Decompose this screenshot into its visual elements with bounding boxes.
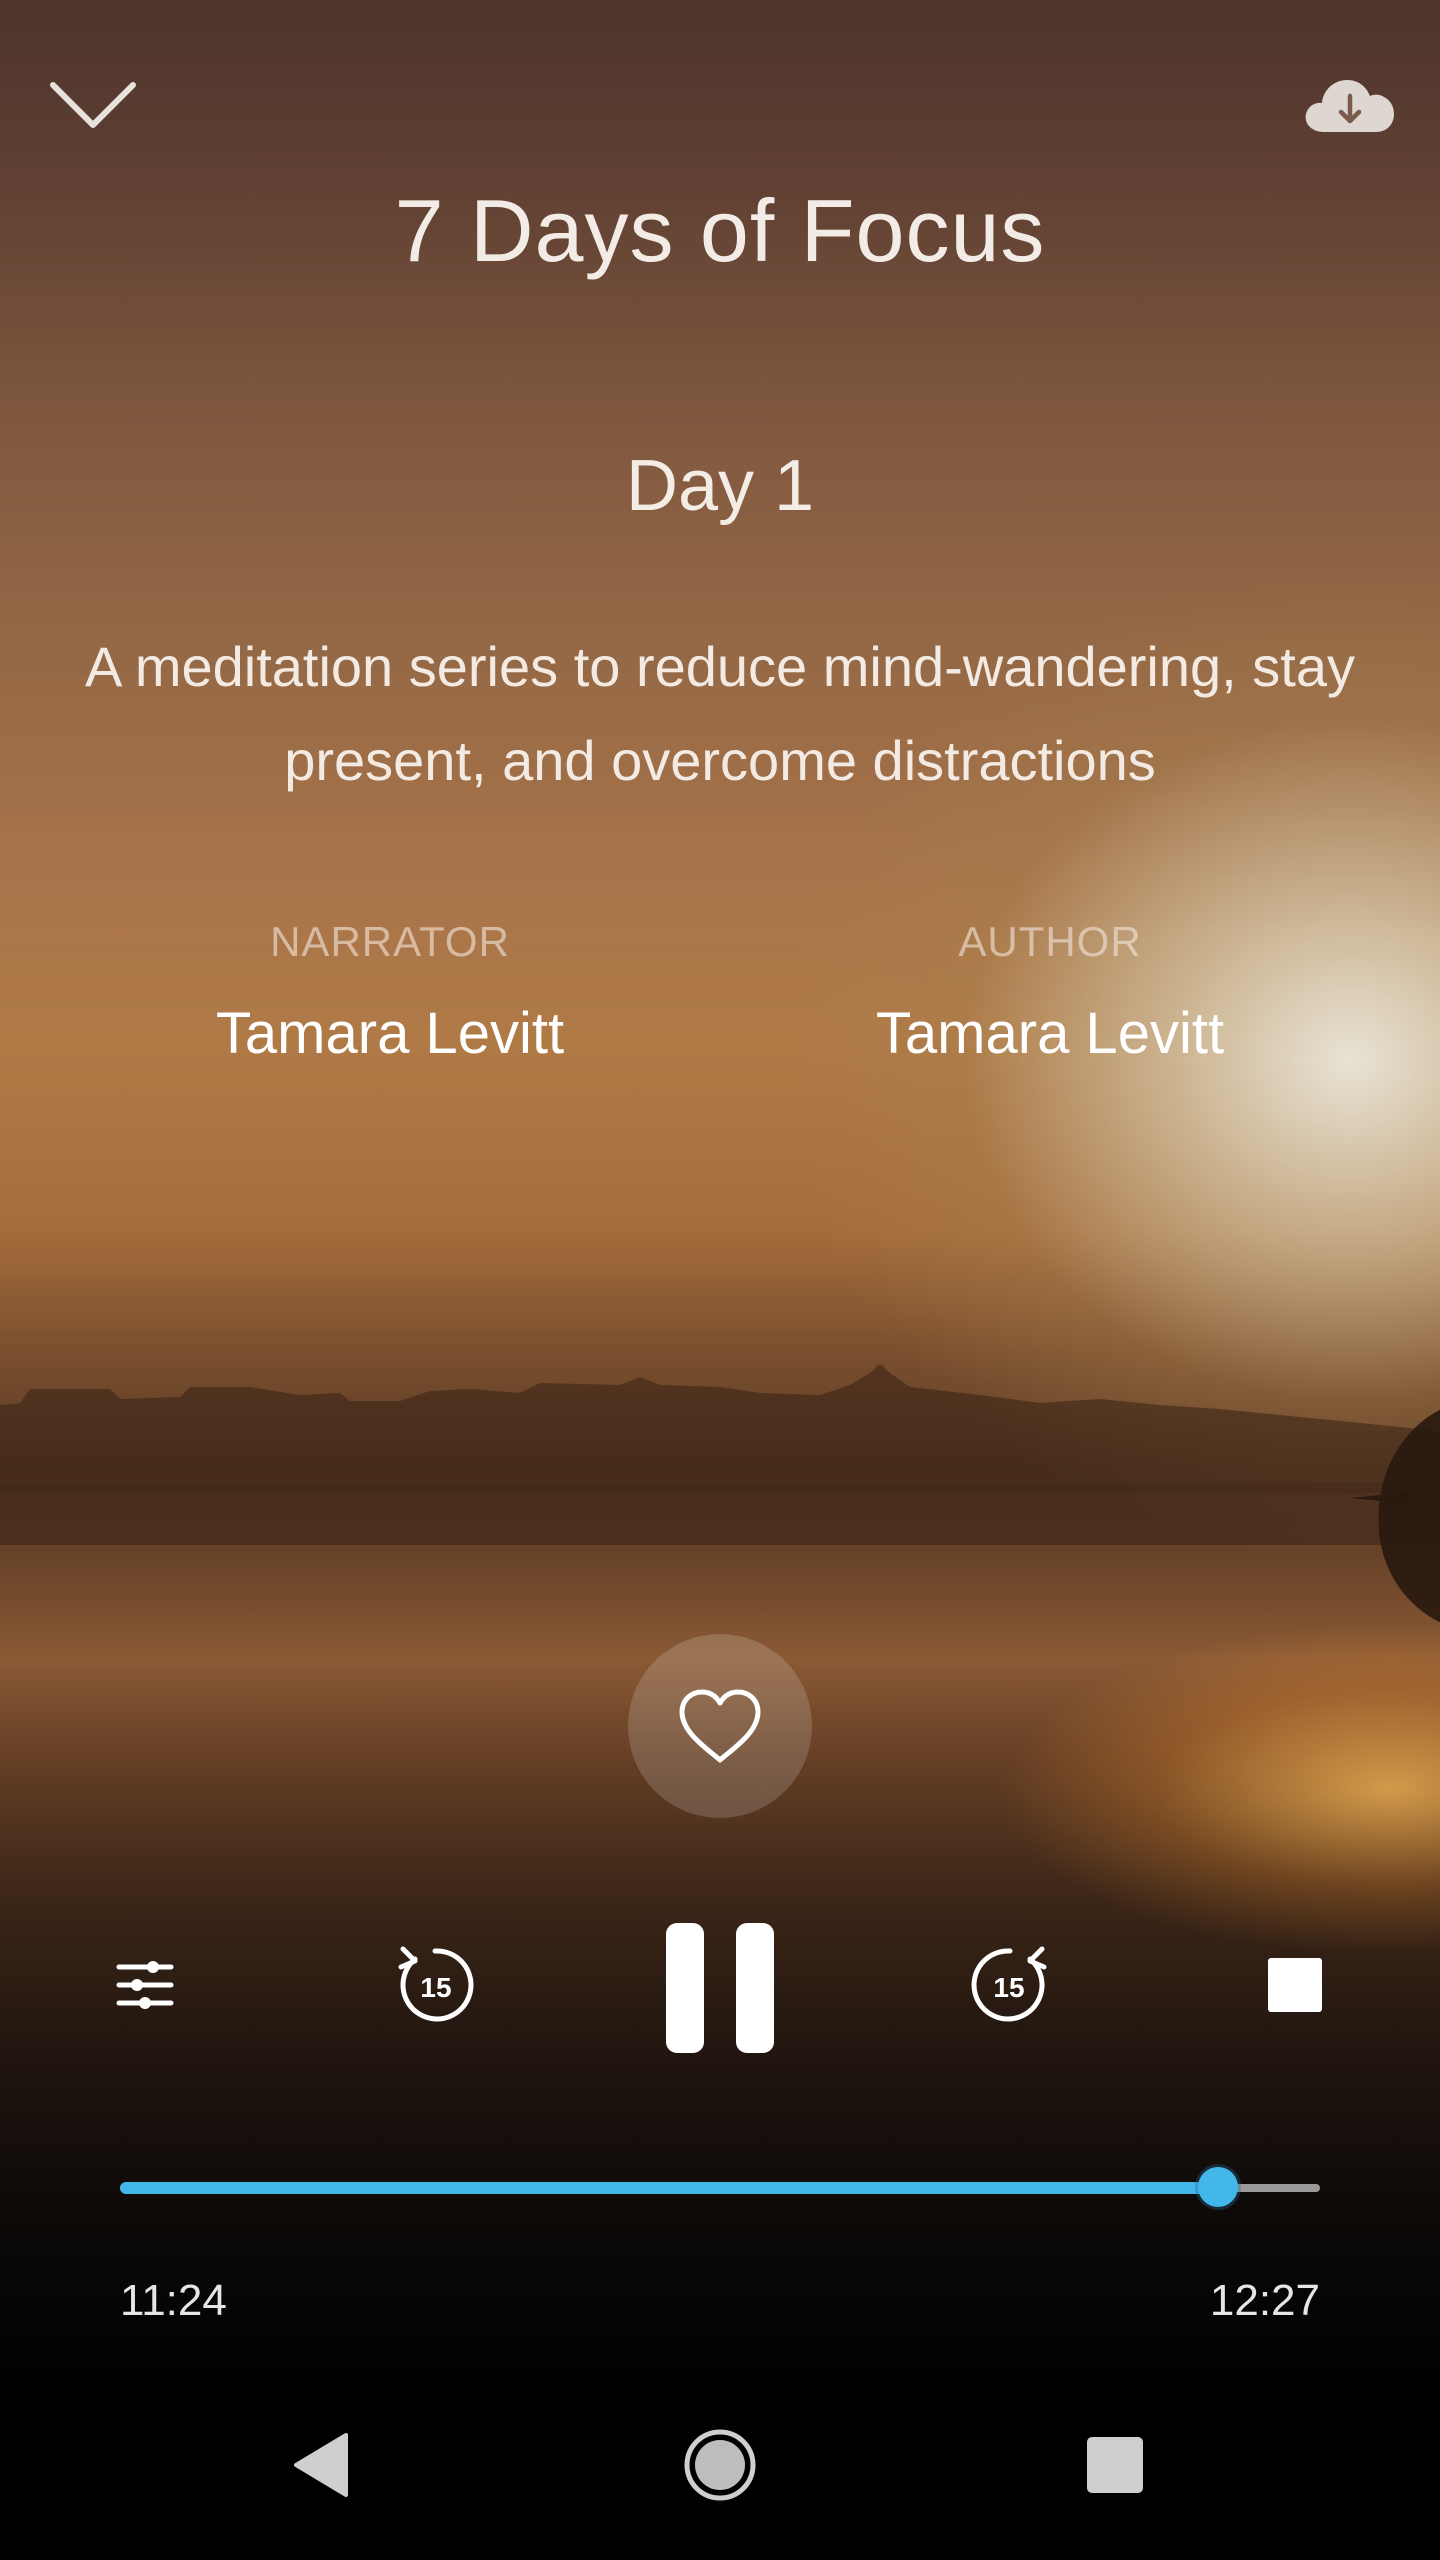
chevron-down-icon <box>49 82 136 128</box>
total-time: 12:27 <box>1209 2276 1320 2325</box>
cloud-download-icon <box>1305 80 1394 132</box>
forward-15-button[interactable]: 15 <box>955 1930 1065 2040</box>
collapse-button[interactable] <box>40 60 145 150</box>
meditation-player-screen: 7 Days of Focus Day 1 A meditation serie… <box>0 0 1440 2560</box>
settings-button[interactable] <box>100 1935 190 2035</box>
progress-fill <box>120 2182 1218 2194</box>
rewind-15-button[interactable]: 15 <box>380 1930 490 2040</box>
pause-icon <box>666 1922 774 2053</box>
series-description: A meditation series to reduce mind-wande… <box>85 635 1355 792</box>
nav-recents-button[interactable] <box>1065 2415 1165 2515</box>
elapsed-time: 11:24 <box>120 2276 227 2325</box>
pause-button[interactable] <box>650 1915 790 2060</box>
back-triangle-icon <box>294 2433 348 2497</box>
system-navigation-bar <box>0 2370 1440 2560</box>
author-label: AUTHOR <box>958 918 1142 965</box>
rewind-seconds-label: 15 <box>420 1972 451 2003</box>
nav-back-button[interactable] <box>270 2415 370 2515</box>
progress-slider[interactable] <box>120 2160 1320 2214</box>
playback-controls: 15 15 <box>0 1915 1440 2065</box>
stop-button[interactable] <box>1250 1940 1340 2030</box>
sliders-icon <box>116 1961 174 2009</box>
nav-home-button[interactable] <box>670 2415 770 2515</box>
stop-icon <box>1268 1958 1322 2012</box>
author-name: Tamara Levitt <box>875 1001 1225 1066</box>
series-title: 7 Days of Focus <box>394 181 1046 280</box>
narrator-name: Tamara Levitt <box>215 1001 565 1066</box>
home-circle-icon <box>684 2429 756 2501</box>
forward-15-icon: 15 <box>971 1946 1047 2022</box>
download-button[interactable] <box>1290 60 1410 150</box>
session-title: Day 1 <box>625 446 815 526</box>
favorite-button[interactable] <box>628 1634 812 1818</box>
rewind-15-icon: 15 <box>398 1946 474 2022</box>
progress-thumb[interactable] <box>1198 2167 1238 2207</box>
heart-icon <box>679 1689 761 1763</box>
forward-seconds-label: 15 <box>993 1972 1024 2003</box>
recents-square-icon <box>1087 2437 1143 2493</box>
narrator-label: NARRATOR <box>270 918 510 965</box>
